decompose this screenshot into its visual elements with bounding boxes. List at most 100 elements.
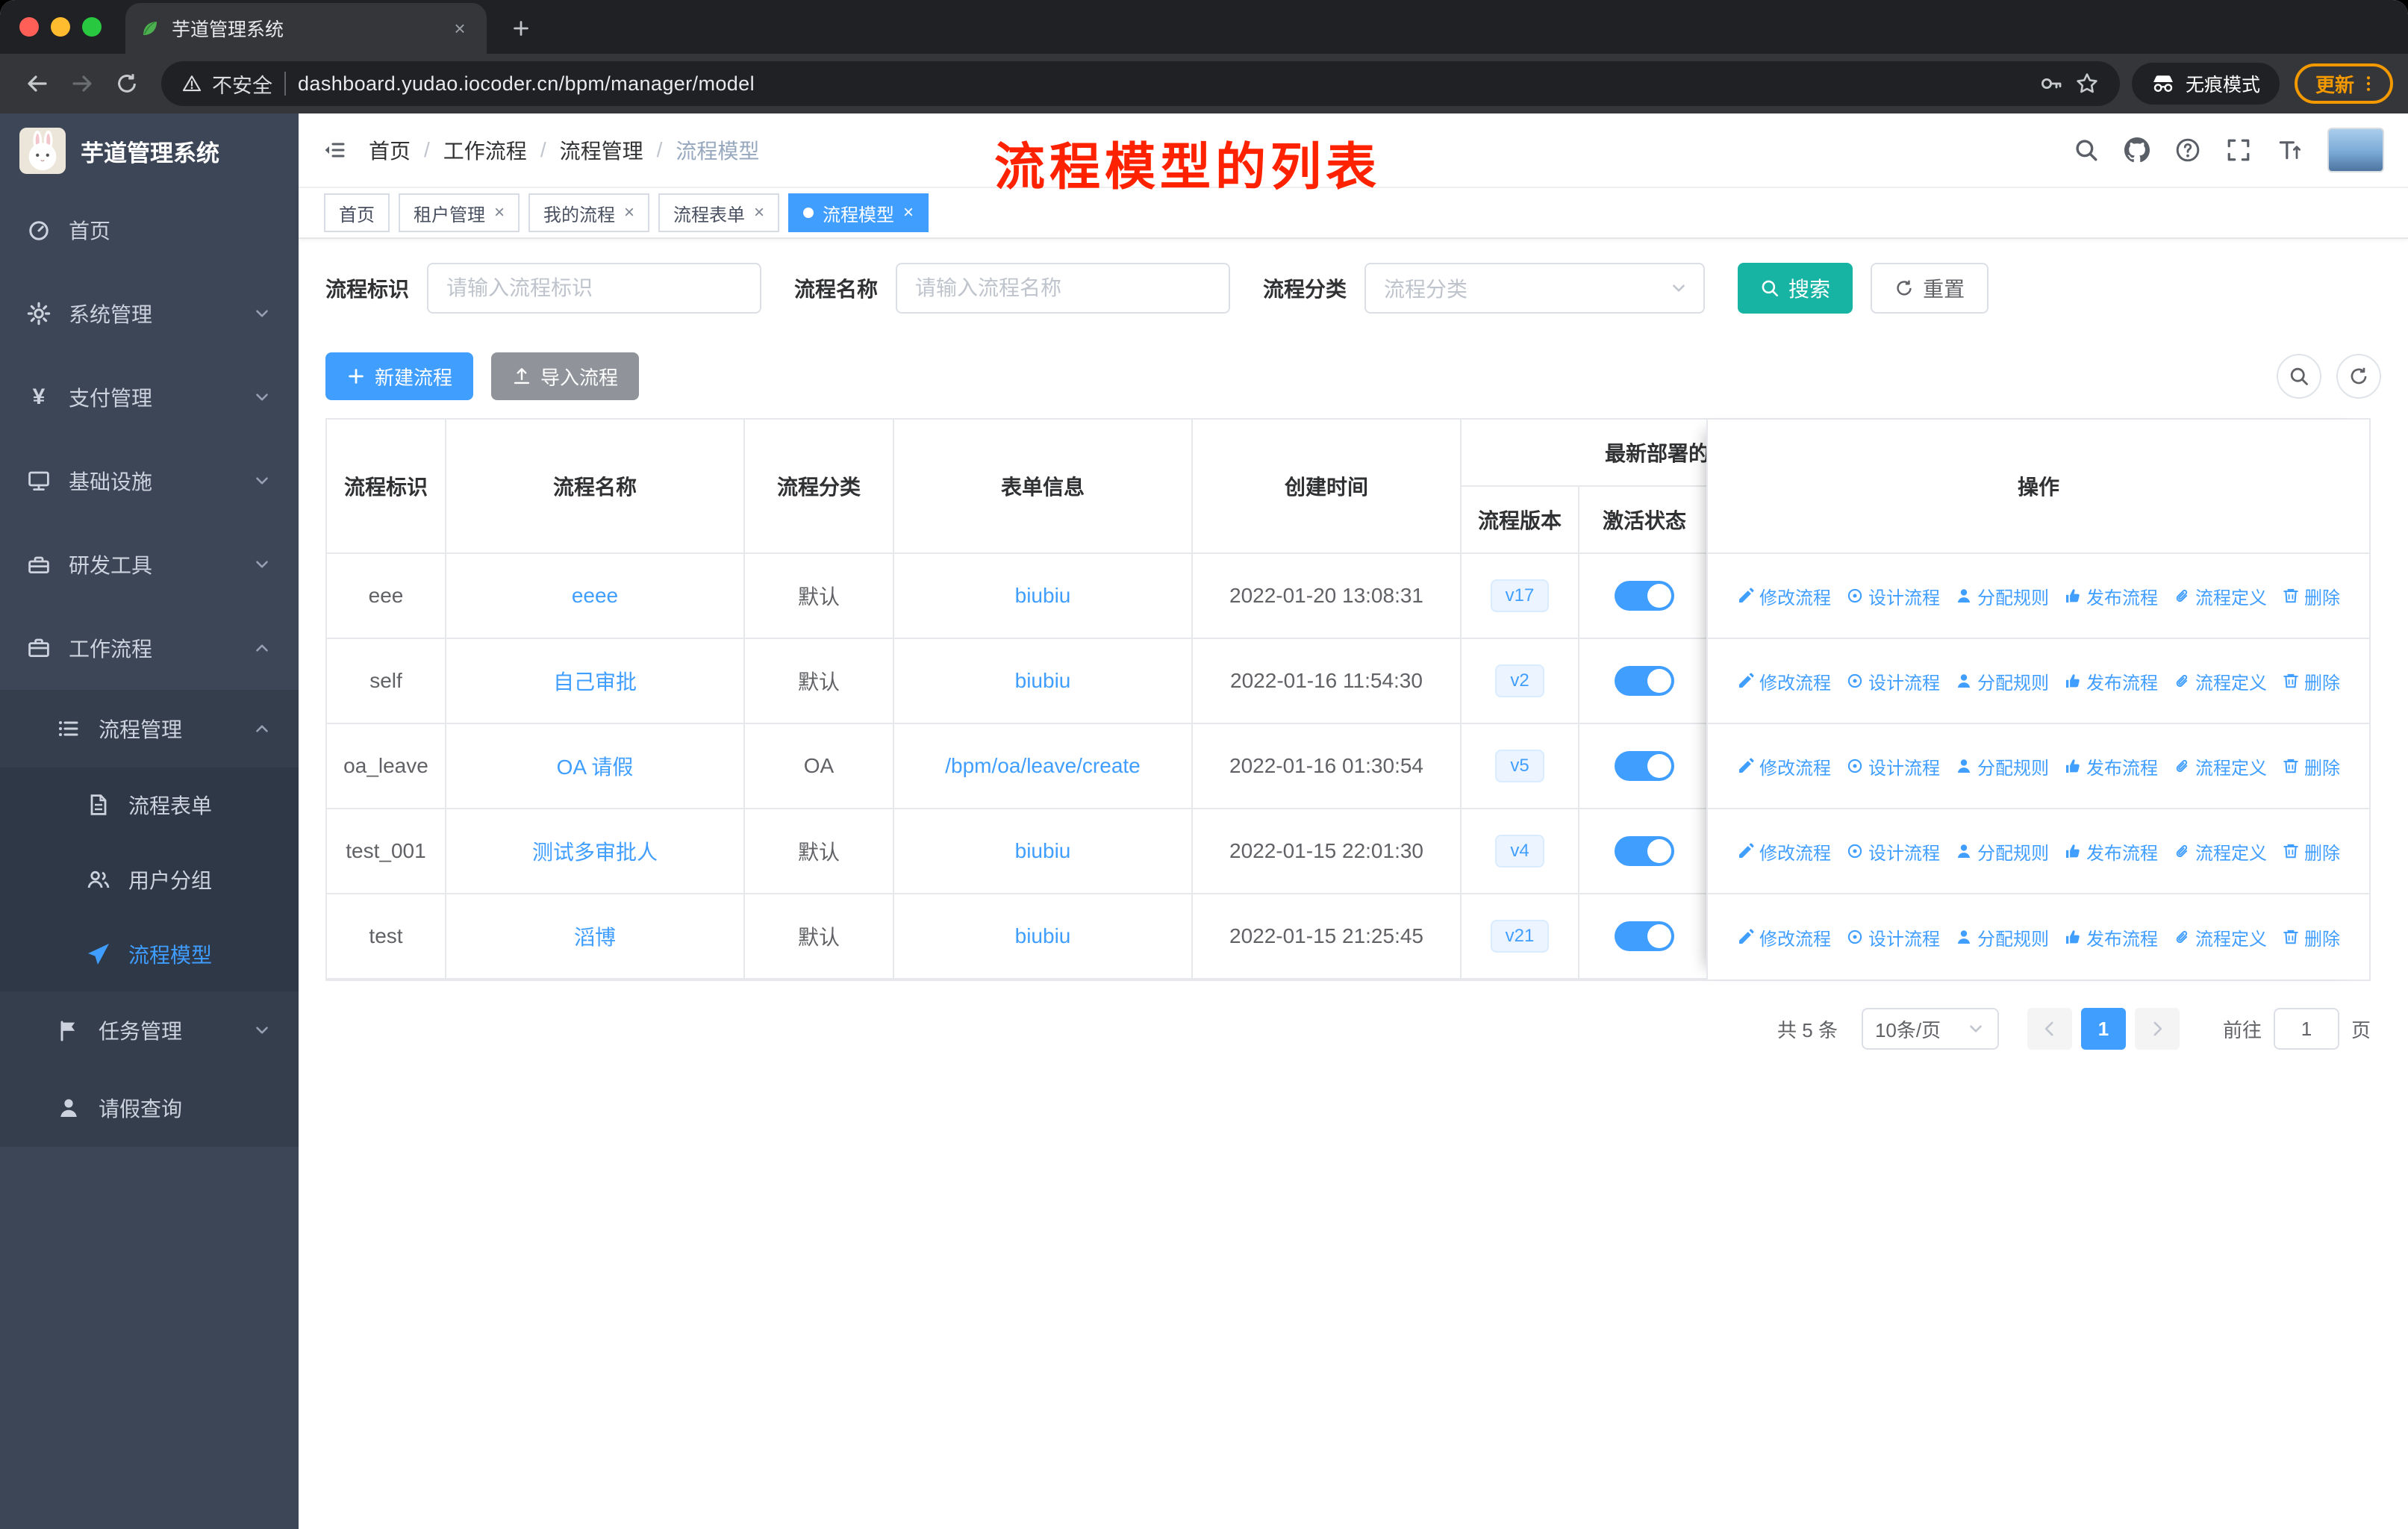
new-tab-button[interactable] xyxy=(499,6,543,51)
show-search-button[interactable] xyxy=(2277,354,2321,399)
action-design-process[interactable]: 设计流程 xyxy=(1846,924,1940,950)
version-tag[interactable]: v2 xyxy=(1495,664,1544,697)
tab-close-icon[interactable]: × xyxy=(448,16,472,40)
process-name-input[interactable] xyxy=(896,263,1231,314)
tag-close-icon[interactable]: × xyxy=(624,204,634,222)
action-delete[interactable]: 删除 xyxy=(2282,924,2340,950)
breadcrumb-item[interactable]: 工作流程 xyxy=(443,135,527,165)
key-icon[interactable] xyxy=(2039,72,2063,96)
action-process-definition[interactable]: 流程定义 xyxy=(2173,838,2267,865)
action-design-process[interactable]: 设计流程 xyxy=(1846,668,1940,694)
user-avatar[interactable] xyxy=(2327,128,2384,172)
action-publish-process[interactable]: 发布流程 xyxy=(2064,668,2158,694)
tag-process-form[interactable]: 流程表单 × xyxy=(658,193,780,232)
active-toggle[interactable] xyxy=(1615,581,1674,611)
version-tag[interactable]: v4 xyxy=(1495,835,1544,868)
sidebar-item-user-group[interactable]: 用户分组 xyxy=(0,842,299,917)
tag-close-icon[interactable]: × xyxy=(754,204,764,222)
action-publish-process[interactable]: 发布流程 xyxy=(2064,583,2158,609)
import-process-button[interactable]: 导入流程 xyxy=(491,352,640,400)
form-info-link[interactable]: biubiu xyxy=(1015,584,1071,608)
action-edit-process[interactable]: 修改流程 xyxy=(1737,838,1831,865)
action-delete[interactable]: 删除 xyxy=(2282,668,2340,694)
goto-page-input[interactable] xyxy=(2273,1008,2339,1050)
version-tag[interactable]: v5 xyxy=(1495,750,1544,782)
sidebar-item-process-form[interactable]: 流程表单 xyxy=(0,767,299,842)
action-process-definition[interactable]: 流程定义 xyxy=(2173,924,2267,950)
action-assign-rule[interactable]: 分配规则 xyxy=(1955,753,2049,779)
action-publish-process[interactable]: 发布流程 xyxy=(2064,924,2158,950)
tag-close-icon[interactable]: × xyxy=(903,204,914,222)
tag-my-process[interactable]: 我的流程 × xyxy=(528,193,650,232)
zoom-window-button[interactable] xyxy=(82,17,102,37)
sidebar-item-workflow[interactable]: 工作流程 xyxy=(0,606,299,690)
sidebar-item-payment[interactable]: ¥ 支付管理 xyxy=(0,355,299,439)
action-delete[interactable]: 删除 xyxy=(2282,583,2340,609)
version-tag[interactable]: v17 xyxy=(1490,579,1550,612)
active-toggle[interactable] xyxy=(1615,666,1674,696)
sidebar-item-leave-query[interactable]: 请假查询 xyxy=(0,1069,299,1147)
minimize-window-button[interactable] xyxy=(51,17,70,37)
github-icon[interactable] xyxy=(2124,137,2150,163)
action-delete[interactable]: 删除 xyxy=(2282,753,2340,779)
form-info-link[interactable]: biubiu xyxy=(1015,669,1071,693)
prev-page-button[interactable] xyxy=(2027,1008,2072,1050)
action-assign-rule[interactable]: 分配规则 xyxy=(1955,838,2049,865)
action-assign-rule[interactable]: 分配规则 xyxy=(1955,668,2049,694)
action-edit-process[interactable]: 修改流程 xyxy=(1737,753,1831,779)
sidebar-item-devtools[interactable]: 研发工具 xyxy=(0,523,299,606)
forward-button[interactable] xyxy=(60,61,105,106)
breadcrumb-item[interactable]: 首页 xyxy=(369,135,411,165)
action-design-process[interactable]: 设计流程 xyxy=(1846,583,1940,609)
action-assign-rule[interactable]: 分配规则 xyxy=(1955,583,2049,609)
close-window-button[interactable] xyxy=(19,17,39,37)
reload-button[interactable] xyxy=(105,61,149,106)
action-publish-process[interactable]: 发布流程 xyxy=(2064,838,2158,865)
fullscreen-icon[interactable] xyxy=(2226,137,2251,163)
update-button[interactable]: 更新 xyxy=(2294,63,2393,104)
page-size-select[interactable]: 10条/页 xyxy=(1861,1008,1999,1050)
sidebar-item-process-manage[interactable]: 流程管理 xyxy=(0,690,299,767)
action-publish-process[interactable]: 发布流程 xyxy=(2064,753,2158,779)
app-logo[interactable]: 芋道管理系统 xyxy=(0,113,299,188)
action-process-definition[interactable]: 流程定义 xyxy=(2173,753,2267,779)
process-name-link[interactable]: 滔博 xyxy=(574,921,616,951)
action-design-process[interactable]: 设计流程 xyxy=(1846,838,1940,865)
active-toggle[interactable] xyxy=(1615,836,1674,866)
sidebar-item-task-manage[interactable]: 任务管理 xyxy=(0,991,299,1069)
current-page-button[interactable]: 1 xyxy=(2080,1008,2126,1050)
process-name-link[interactable]: eeee xyxy=(572,584,618,608)
action-assign-rule[interactable]: 分配规则 xyxy=(1955,924,2049,950)
version-tag[interactable]: v21 xyxy=(1490,920,1550,953)
tag-tenant[interactable]: 租户管理 × xyxy=(399,193,520,232)
process-name-link[interactable]: 测试多审批人 xyxy=(532,836,658,866)
sidebar-item-system[interactable]: 系统管理 xyxy=(0,272,299,355)
process-id-input[interactable] xyxy=(427,263,762,314)
star-icon[interactable] xyxy=(2075,72,2099,96)
font-size-icon[interactable] xyxy=(2277,137,2302,163)
reset-button[interactable]: 重置 xyxy=(1871,263,1989,314)
action-edit-process[interactable]: 修改流程 xyxy=(1737,583,1831,609)
browser-tab[interactable]: 芋道管理系统 × xyxy=(125,3,487,54)
form-info-link[interactable]: /bpm/oa/leave/create xyxy=(945,754,1141,778)
action-edit-process[interactable]: 修改流程 xyxy=(1737,924,1831,950)
action-delete[interactable]: 删除 xyxy=(2282,838,2340,865)
tag-home[interactable]: 首页 xyxy=(324,193,390,232)
process-name-link[interactable]: 自己审批 xyxy=(553,666,637,696)
action-process-definition[interactable]: 流程定义 xyxy=(2173,583,2267,609)
form-info-link[interactable]: biubiu xyxy=(1015,839,1071,863)
active-toggle[interactable] xyxy=(1615,921,1674,951)
action-design-process[interactable]: 设计流程 xyxy=(1846,753,1940,779)
tag-close-icon[interactable]: × xyxy=(494,204,505,222)
process-name-link[interactable]: OA 请假 xyxy=(557,751,634,781)
breadcrumb-item[interactable]: 流程管理 xyxy=(560,135,643,165)
tag-process-model[interactable]: 流程模型 × xyxy=(788,193,929,232)
active-toggle[interactable] xyxy=(1615,751,1674,781)
action-edit-process[interactable]: 修改流程 xyxy=(1737,668,1831,694)
security-chip[interactable]: 不安全 xyxy=(182,69,272,99)
search-button[interactable]: 搜索 xyxy=(1738,263,1853,314)
action-process-definition[interactable]: 流程定义 xyxy=(2173,668,2267,694)
refresh-table-button[interactable] xyxy=(2336,354,2381,399)
kebab-menu-icon[interactable] xyxy=(2359,74,2378,93)
search-icon[interactable] xyxy=(2074,137,2099,163)
